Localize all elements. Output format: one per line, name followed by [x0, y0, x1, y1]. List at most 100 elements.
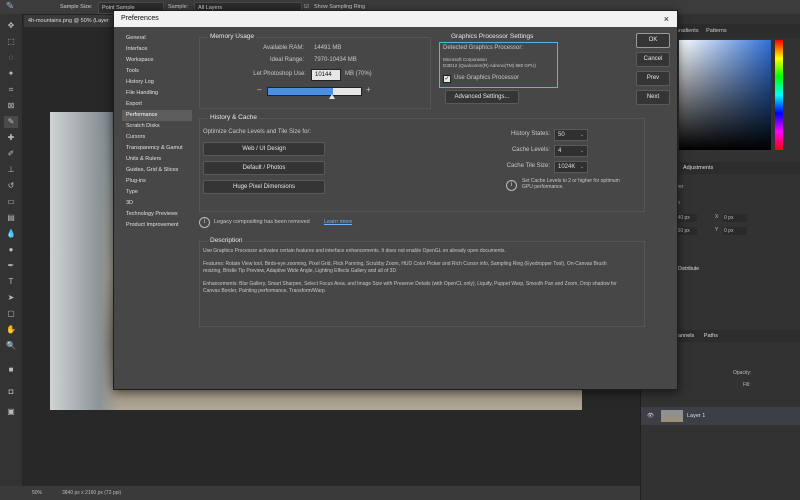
close-icon[interactable]: × [664, 11, 669, 27]
nav-interface[interactable]: Interface [122, 44, 192, 55]
crop-tool-icon[interactable]: ⌗ [4, 84, 18, 96]
document-tab[interactable]: 4h-mountains.png @ 50% (Layer [24, 15, 124, 27]
healing-brush-icon[interactable]: ✚ [4, 132, 18, 144]
nav-export[interactable]: Export [122, 99, 192, 110]
eyedropper-tool-icon[interactable]: ✎ [4, 1, 16, 13]
type-tool-icon[interactable]: T [4, 276, 18, 288]
blur-tool-icon[interactable]: 💧 [4, 228, 18, 240]
nav-guides-grid[interactable]: Guides, Grid & Slices [122, 165, 192, 176]
cache-levels-label: Cache Levels: [511, 147, 550, 153]
gradient-tool-icon[interactable]: ▤ [4, 212, 18, 224]
color-field[interactable] [679, 40, 771, 150]
description-text: Use Graphics Processor activates certain… [203, 248, 623, 301]
nav-tools[interactable]: Tools [122, 66, 192, 77]
brush-tool-icon[interactable]: ✐ [4, 148, 18, 160]
toolbar: ✥ ⬚ ◌ ✦ ⌗ ⊠ ✎ ✚ ✐ ⊥ ↺ ▭ ▤ 💧 ● ✒ T ➤ ▢ ✋ … [0, 14, 23, 490]
chevron-down-icon: ⌄ [579, 132, 584, 138]
sample-size-label: Sample Size: [60, 4, 93, 10]
history-states-select[interactable]: 50 ⌄ [554, 129, 588, 141]
eraser-tool-icon[interactable]: ▭ [4, 196, 18, 208]
eyedropper-icon[interactable]: ✎ [4, 116, 18, 128]
quick-mask-icon[interactable]: ◘ [4, 386, 18, 398]
learn-more-link[interactable]: Learn more [324, 219, 352, 225]
memory-slider[interactable] [267, 87, 362, 96]
dodge-tool-icon[interactable]: ● [4, 244, 18, 256]
memory-slider-fill [268, 88, 334, 95]
nav-product-improvement[interactable]: Product Improvement [122, 220, 192, 231]
hue-slider[interactable] [775, 40, 783, 150]
web-ui-design-button[interactable]: Web / UI Design [203, 142, 325, 156]
tab-paths[interactable]: Paths [704, 333, 718, 339]
legacy-compositing-text: Legacy compositing has been removed [214, 219, 310, 225]
nav-technology-previews[interactable]: Technology Previews [122, 209, 192, 220]
chevron-down-icon: ⌄ [579, 148, 584, 154]
layer-thumbnail [661, 410, 683, 422]
next-button[interactable]: Next [636, 90, 670, 105]
memory-title: Memory Usage [208, 33, 257, 40]
description-title: Description [208, 237, 245, 244]
nav-plugins[interactable]: Plug-ins [122, 176, 192, 187]
cache-hint: Set Cache Levels to 2 or higher for opti… [522, 178, 620, 190]
zoom-tool-icon[interactable]: 🔍 [4, 340, 18, 352]
history-states-value: 50 [558, 132, 565, 138]
eye-icon[interactable]: 👁 [647, 407, 654, 425]
color-swatches-icon[interactable]: ■ [4, 364, 18, 376]
nav-performance[interactable]: Performance [122, 110, 192, 121]
nav-history-log[interactable]: History Log [122, 77, 192, 88]
cancel-button[interactable]: Cancel [636, 52, 670, 67]
gpu-vendor: Microsoft Corporation [443, 57, 487, 62]
huge-pixel-dimensions-button[interactable]: Huge Pixel Dimensions [203, 180, 325, 194]
stamp-tool-icon[interactable]: ⊥ [4, 164, 18, 176]
screen-mode-icon[interactable]: ▣ [4, 406, 18, 418]
tab-patterns[interactable]: Patterns [706, 28, 726, 34]
nav-cursors[interactable]: Cursors [122, 132, 192, 143]
prev-button[interactable]: Prev [636, 71, 670, 86]
move-tool-icon[interactable]: ✥ [4, 20, 18, 32]
frame-tool-icon[interactable]: ⊠ [4, 100, 18, 112]
default-photos-button[interactable]: Default / Photos [203, 161, 325, 175]
gpu-device: D3D12 (Qualcomm(R) Adreno(TM) 680 GPU) [443, 63, 536, 68]
ok-button[interactable]: OK [636, 33, 670, 48]
cache-tile-size-select[interactable]: 1024K ⌄ [554, 161, 588, 173]
lasso-tool-icon[interactable]: ◌ [4, 52, 18, 64]
nav-type[interactable]: Type [122, 187, 192, 198]
advanced-settings-button[interactable]: Advanced Settings... [445, 90, 519, 104]
pen-tool-icon[interactable]: ✒ [4, 260, 18, 272]
memory-slider-thumb[interactable] [329, 94, 336, 99]
nav-transparency[interactable]: Transparency & Gamut [122, 143, 192, 154]
nav-3d[interactable]: 3D [122, 198, 192, 209]
history-cache-title: History & Cache [208, 114, 259, 121]
nav-file-handling[interactable]: File Handling [122, 88, 192, 99]
optimize-label: Optimize Cache Levels and Tile Size for: [203, 129, 312, 135]
zoom-level[interactable]: 50% [32, 486, 42, 500]
decrease-memory-button[interactable]: – [257, 85, 261, 94]
quick-select-tool-icon[interactable]: ✦ [4, 68, 18, 80]
tab-gradients[interactable]: Gradients [675, 28, 699, 34]
nav-units-rulers[interactable]: Units & Rulers [122, 154, 192, 165]
cache-levels-select[interactable]: 4 ⌄ [554, 145, 588, 157]
detected-gpu-label: Detected Graphics Processor: [443, 45, 524, 51]
rectangle-tool-icon[interactable]: ▢ [4, 308, 18, 320]
layer-row[interactable]: 👁 Layer 1 [641, 407, 800, 425]
path-select-icon[interactable]: ➤ [4, 292, 18, 304]
ideal-range-label: Ideal Range: [269, 57, 304, 63]
status-bar: 50% 3840 px x 2160 px (72 ppi) [0, 486, 640, 500]
nav-scratch-disks[interactable]: Scratch Disks [122, 121, 192, 132]
x-field[interactable]: 0 px [723, 214, 747, 222]
nav-workspace[interactable]: Workspace [122, 55, 192, 66]
tab-adjustments[interactable]: Adjustments [683, 165, 713, 171]
history-states-label: History States: [510, 131, 550, 137]
hand-tool-icon[interactable]: ✋ [4, 324, 18, 336]
marquee-tool-icon[interactable]: ⬚ [4, 36, 18, 48]
y-field[interactable]: 0 px [723, 227, 747, 235]
history-brush-icon[interactable]: ↺ [4, 180, 18, 192]
use-gpu-checkbox[interactable]: ✓ [443, 75, 451, 83]
memory-input[interactable]: 10144 [311, 69, 341, 81]
preferences-dialog: Preferences × General Interface Workspac… [113, 10, 678, 390]
opacity-label: Opacity: [733, 370, 752, 376]
y-label: Y [715, 227, 719, 233]
nav-general[interactable]: General [122, 33, 192, 44]
description-enhancements: Enhancements: Blur Gallery, Smart Sharpe… [203, 281, 617, 294]
available-ram-label: Available RAM: [263, 45, 304, 51]
increase-memory-button[interactable]: + [366, 85, 371, 94]
